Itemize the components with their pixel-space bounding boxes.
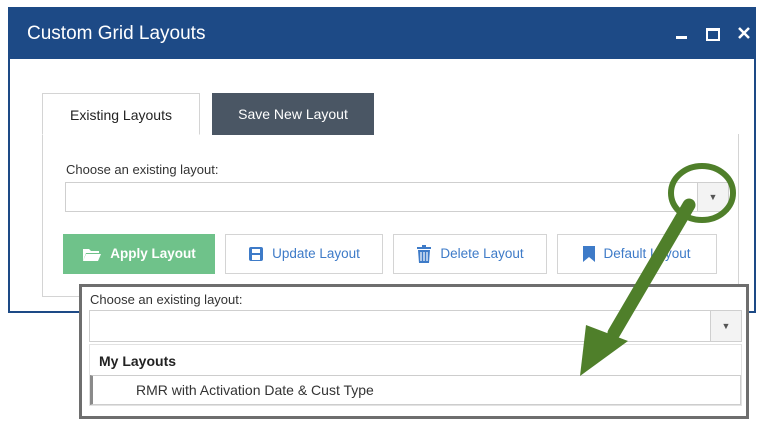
tab-existing-layouts[interactable]: Existing Layouts xyxy=(42,93,200,135)
annotation-overlay xyxy=(580,163,736,376)
annotation-arrow-shaft xyxy=(607,198,696,340)
